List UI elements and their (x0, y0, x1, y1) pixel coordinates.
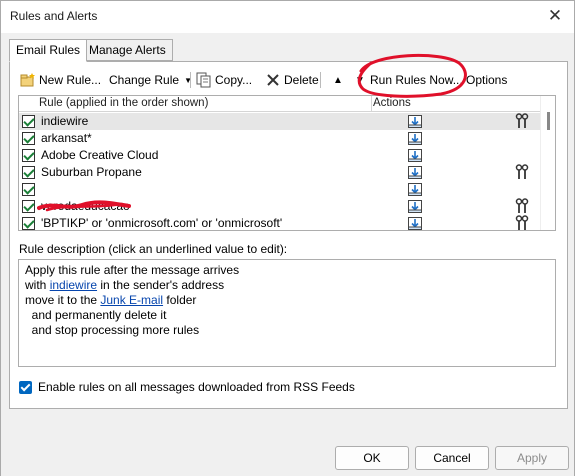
rss-rules-option[interactable]: Enable rules on all messages downloaded … (19, 380, 355, 394)
move-to-folder-icon (408, 200, 422, 213)
client-only-rule-icon (515, 198, 529, 213)
rule-row[interactable]: indiewire (19, 113, 541, 130)
rule-name: indiewire (41, 114, 89, 128)
description-text: move it to the (25, 293, 101, 307)
rule-enabled-checkbox[interactable] (22, 183, 35, 196)
description-text: folder (163, 293, 197, 307)
email-rules-panel: New Rule... Change Rule ▼ Copy... Delete… (9, 61, 568, 409)
folder-value-link[interactable]: Junk E-mail (100, 293, 163, 307)
rules-list[interactable]: Rule (applied in the order shown) Action… (18, 95, 556, 231)
move-to-folder-icon (408, 132, 422, 145)
toolbar-separator (190, 72, 191, 88)
rule-name: Suburban Propane (41, 165, 142, 179)
rules-list-scrollbar[interactable] (540, 96, 555, 230)
move-to-folder-icon (408, 149, 422, 162)
tab-manage-alerts[interactable]: Manage Alerts (82, 39, 173, 61)
rules-and-alerts-dialog: Rules and Alerts ✕ Email Rules Manage Al… (0, 0, 575, 476)
rule-name: Adobe Creative Cloud (41, 148, 159, 162)
apply-button[interactable]: Apply (495, 446, 569, 470)
window-title: Rules and Alerts (10, 9, 98, 23)
description-text: in the sender's address (97, 278, 225, 292)
rule-enabled-checkbox[interactable] (22, 200, 35, 213)
move-to-folder-icon (408, 166, 422, 179)
change-rule-label: Change Rule (109, 73, 180, 87)
rule-row[interactable]: Suburban Propane (19, 164, 541, 181)
description-line: Apply this rule after the message arrive… (25, 263, 240, 277)
rule-description-box: Apply this rule after the message arrive… (18, 259, 556, 367)
rule-enabled-checkbox[interactable] (22, 149, 35, 162)
rule-row[interactable]: Adobe Creative Cloud (19, 147, 541, 164)
toolbar-separator (320, 72, 321, 88)
delete-label: Delete (284, 73, 319, 87)
column-header-actions[interactable]: Actions (373, 97, 411, 109)
new-rule-button[interactable]: New Rule... (20, 70, 101, 90)
description-line: and stop processing more rules (25, 323, 200, 337)
run-rules-now-button[interactable]: Run Rules Now... (370, 70, 463, 90)
rules-list-header: Rule (applied in the order shown) Action… (19, 96, 541, 112)
copy-icon (196, 72, 211, 88)
close-icon[interactable]: ✕ (546, 7, 564, 25)
move-to-folder-icon (408, 183, 422, 196)
rule-enabled-checkbox[interactable] (22, 115, 35, 128)
dialog-footer: OK Cancel Apply (1, 431, 574, 476)
new-rule-label: New Rule... (39, 73, 102, 87)
rss-checkbox[interactable] (19, 380, 32, 394)
delete-x-icon (267, 74, 279, 86)
move-to-folder-icon (408, 115, 422, 128)
delete-rule-button[interactable]: Delete (265, 70, 319, 90)
sender-value-link[interactable]: indiewire (50, 278, 97, 292)
rule-description-label: Rule description (click an underlined va… (19, 242, 288, 256)
client-only-rule-icon (515, 215, 529, 230)
column-header-rule[interactable]: Rule (applied in the order shown) (39, 97, 208, 109)
rule-enabled-checkbox[interactable] (22, 132, 35, 145)
options-button[interactable]: Options (466, 70, 507, 90)
rule-enabled-checkbox[interactable] (22, 217, 35, 230)
description-line: and permanently delete it (25, 308, 167, 322)
title-bar: Rules and Alerts ✕ (1, 1, 574, 33)
move-to-folder-icon (408, 217, 422, 230)
description-text: with (25, 278, 50, 292)
description-line: move it to the Junk E-mail folder (25, 293, 549, 308)
move-up-button[interactable]: ▲ (333, 70, 343, 90)
redaction-scribble (37, 200, 131, 212)
rule-name: arkansat* (41, 131, 92, 145)
change-rule-button[interactable]: Change Rule ▼ (109, 70, 192, 90)
cancel-button[interactable]: Cancel (415, 446, 489, 470)
rule-row[interactable] (19, 181, 541, 198)
ok-button[interactable]: OK (335, 446, 409, 470)
column-divider (371, 96, 372, 112)
move-down-button[interactable]: ▼ (355, 70, 365, 90)
rss-checkbox-label: Enable rules on all messages downloaded … (38, 380, 355, 394)
description-line: with indiewire in the sender's address (25, 278, 549, 293)
tab-email-rules[interactable]: Email Rules (9, 39, 88, 62)
copy-rule-button[interactable]: Copy... (196, 70, 252, 90)
client-only-rule-icon (515, 113, 529, 128)
rule-row[interactable]: arkansat* (19, 130, 541, 147)
client-only-rule-icon (515, 164, 529, 179)
scrollbar-thumb[interactable] (547, 112, 550, 130)
rule-enabled-checkbox[interactable] (22, 166, 35, 179)
copy-label: Copy... (215, 73, 253, 87)
rule-name: 'BPTIKP' or 'onmicrosoft.com' or 'onmicr… (41, 216, 283, 230)
rule-row[interactable]: 'BPTIKP' or 'onmicrosoft.com' or 'onmicr… (19, 215, 541, 230)
new-rule-icon (20, 73, 35, 87)
